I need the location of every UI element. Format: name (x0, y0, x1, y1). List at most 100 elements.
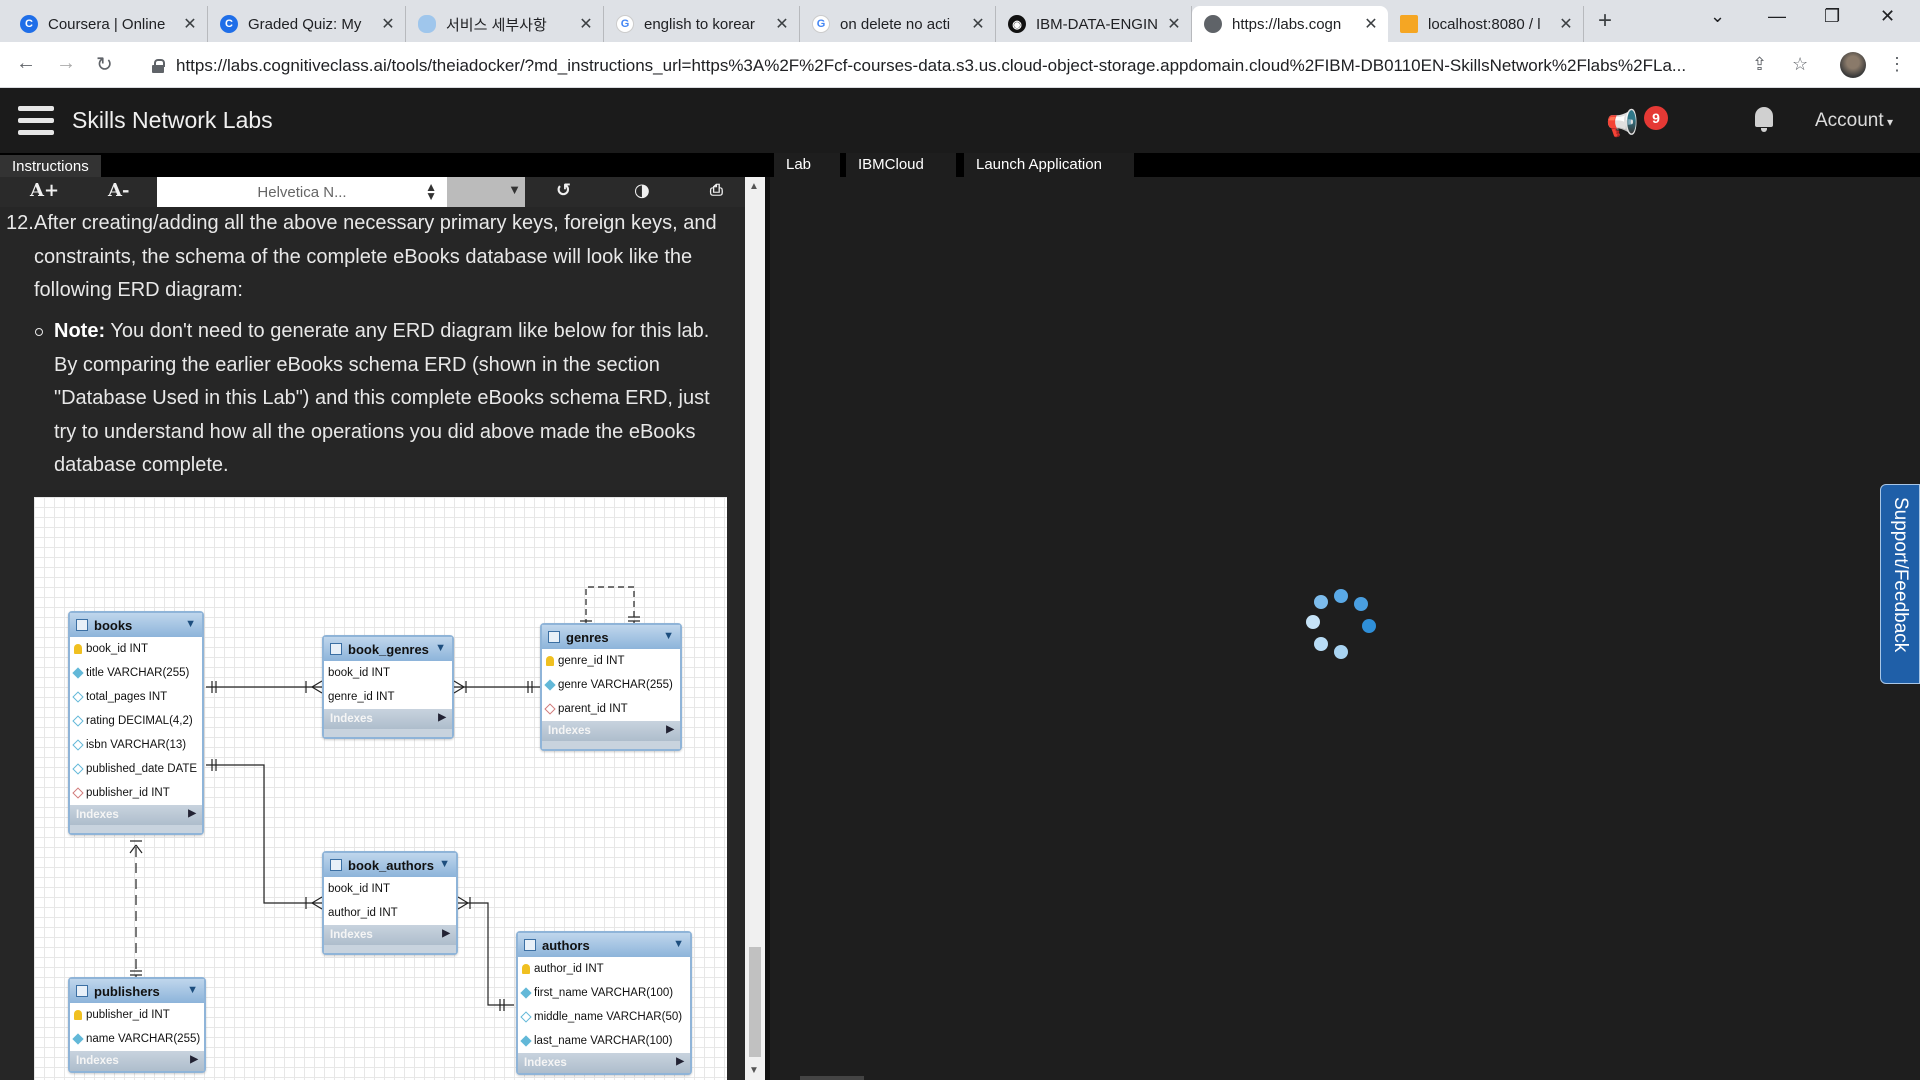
expand-triangle-icon: ▶ (442, 928, 450, 939)
back-button[interactable]: ← (16, 52, 36, 75)
tab-ibmcloud[interactable]: IBMCloud (846, 153, 956, 177)
decrease-font-button[interactable]: A- (108, 180, 129, 201)
close-tab-icon[interactable]: ✕ (969, 14, 987, 34)
close-tab-icon[interactable]: ✕ (577, 14, 595, 34)
share-icon[interactable]: ⇪ (1752, 54, 1767, 75)
reset-icon[interactable]: ↺ (556, 180, 571, 201)
url-text[interactable]: https://labs.cognitiveclass.ai/tools/the… (176, 56, 1756, 76)
erd-column-text: author_id INT (534, 963, 604, 975)
instructions-scrollbar[interactable]: ▲ ▼ (745, 177, 765, 1080)
erd-table-footer (324, 945, 456, 953)
spinner-dot (1354, 597, 1368, 611)
coursera-icon: C (20, 15, 38, 33)
browser-tab[interactable]: C Graded Quiz: My ✕ (208, 6, 406, 42)
spinner-dot (1362, 619, 1376, 633)
erd-column-text: genre_id INT (328, 691, 395, 703)
browser-tab[interactable]: C Coursera | Online ✕ (8, 6, 208, 42)
erd-table-footer (324, 729, 452, 737)
hamburger-menu-icon[interactable] (18, 106, 54, 136)
close-tab-icon[interactable]: ✕ (773, 14, 791, 34)
bell-icon[interactable] (1752, 104, 1776, 134)
browser-menu-icon[interactable]: ⋮ (1888, 54, 1906, 75)
megaphone-icon[interactable]: 📢 (1606, 108, 1638, 139)
erd-column-text: publisher_id INT (86, 787, 170, 799)
browser-tab-active[interactable]: https://labs.cogn ✕ (1192, 6, 1388, 42)
erd-column: book_id INT (324, 877, 456, 901)
primary-key-icon (522, 964, 530, 974)
restore-button[interactable]: ❐ (1824, 6, 1840, 27)
print-icon[interactable]: ⎙ (710, 180, 723, 200)
lock-icon[interactable] (152, 59, 166, 73)
reload-button[interactable]: ↻ (96, 52, 113, 77)
account-menu[interactable]: Account ▾ (1815, 110, 1893, 132)
erd-table-name: publishers (94, 983, 160, 999)
browser-tab[interactable]: ◉ IBM-DATA-ENGIN ✕ (996, 6, 1192, 42)
step-number: 12. (6, 212, 34, 234)
scrollbar-thumb[interactable] (749, 947, 761, 1057)
close-tab-icon[interactable]: ✕ (181, 14, 199, 34)
font-family-select[interactable]: Helvetica N... ▲ ▼ (157, 177, 447, 207)
browser-tab[interactable]: G on delete no acti ✕ (800, 6, 996, 42)
font-size-select[interactable]: ▼ (447, 177, 525, 207)
close-tab-icon[interactable]: ✕ (379, 14, 397, 34)
erd-column: isbn VARCHAR(13) (70, 733, 202, 757)
not-null-diamond-icon (520, 987, 532, 999)
google-icon: G (812, 15, 830, 33)
brand-title: Skills Network Labs (72, 107, 273, 133)
tab-instructions[interactable]: Instructions (0, 155, 101, 177)
not-null-diamond-icon (72, 667, 84, 679)
expand-triangle-icon: ▶ (438, 712, 446, 723)
coursera-icon: C (220, 15, 238, 33)
foreign-key-diamond-icon (544, 703, 556, 715)
erd-table-footer (70, 825, 202, 833)
erd-column: published_date DATE (70, 757, 202, 781)
browser-tab[interactable]: localhost:8080 / l ✕ (1388, 6, 1584, 42)
erd-column: name VARCHAR(255) (70, 1027, 204, 1051)
close-tab-icon[interactable]: ✕ (1557, 14, 1575, 34)
close-tab-icon[interactable]: ✕ (1362, 14, 1380, 34)
tab-launch-application[interactable]: Launch Application (964, 153, 1134, 177)
erd-table-genres: genres ▼ genre_id INT genre VARCHAR(255) … (540, 623, 682, 751)
profile-avatar[interactable] (1840, 52, 1866, 78)
minimize-button[interactable]: — (1768, 6, 1786, 27)
erd-column-text: genre VARCHAR(255) (558, 679, 673, 691)
scroll-up-arrow-icon[interactable]: ▲ (749, 181, 759, 192)
erd-indexes: Indexes ▶ (70, 1051, 204, 1071)
close-window-button[interactable]: ✕ (1880, 6, 1895, 27)
phpmyadmin-icon (1400, 15, 1418, 33)
browser-tab[interactable]: 서비스 세부사항 ✕ (406, 6, 604, 42)
scroll-down-arrow-icon[interactable]: ▼ (749, 1065, 759, 1076)
primary-key-icon (546, 656, 554, 666)
step-text: After creating/adding all the above nece… (34, 212, 717, 301)
table-icon (524, 939, 536, 951)
github-icon: ◉ (1008, 15, 1026, 33)
forward-button[interactable]: → (56, 52, 76, 75)
increase-font-button[interactable]: A+ (30, 180, 59, 201)
lab-workspace (770, 177, 1920, 1080)
erd-table-book-genres: book_genres ▼ book_id INT genre_id INT In… (322, 635, 454, 739)
nullable-diamond-icon (72, 715, 84, 727)
tab-search-icon[interactable]: ⌄ (1710, 6, 1725, 27)
support-feedback-label: Support/Feedback (1890, 497, 1911, 653)
close-tab-icon[interactable]: ✕ (1165, 14, 1183, 34)
expand-triangle-icon: ▶ (666, 724, 674, 735)
indexes-label: Indexes (330, 929, 373, 941)
erd-column: title VARCHAR(255) (70, 661, 202, 685)
expand-triangle-icon: ▶ (190, 1054, 198, 1065)
new-tab-button[interactable]: + (1598, 7, 1612, 35)
browser-tab[interactable]: G english to korear ✕ (604, 6, 800, 42)
erd-indexes: Indexes ▶ (70, 805, 202, 825)
erd-column-text: publisher_id INT (86, 1009, 170, 1021)
spinner-dot (1314, 637, 1328, 651)
omnibox[interactable]: https://labs.cognitiveclass.ai/tools/the… (140, 50, 1780, 82)
not-null-diamond-icon (520, 1035, 532, 1047)
erd-column-text: book_id INT (328, 667, 391, 679)
dropdown-arrow-icon: ▼ (508, 182, 521, 197)
bookmark-star-icon[interactable]: ☆ (1792, 54, 1808, 75)
app-header: Skills Network Labs 📢 9 Account ▾ (0, 88, 1920, 153)
contrast-icon[interactable]: ◑ (634, 180, 650, 201)
support-feedback-button[interactable]: Support/Feedback (1880, 484, 1920, 684)
globe-icon (1204, 15, 1222, 33)
table-icon (330, 643, 342, 655)
tab-lab[interactable]: Lab (774, 153, 840, 177)
